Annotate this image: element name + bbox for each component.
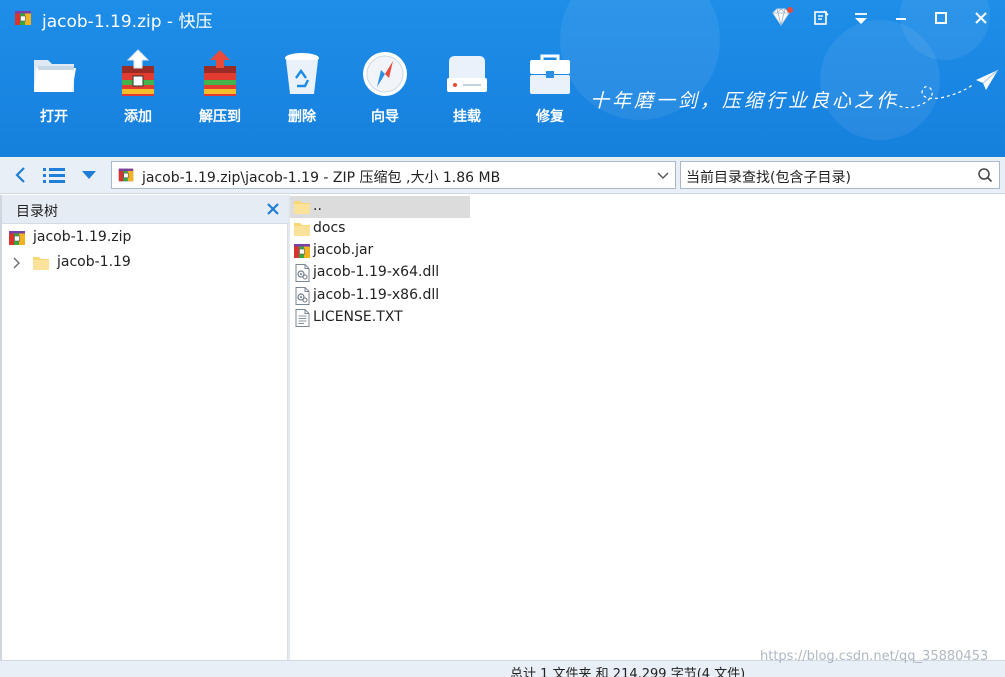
compass-icon xyxy=(363,52,407,96)
archive-add-icon xyxy=(122,49,154,96)
slogan-text: 十年磨一剑，压缩行业良心之作 xyxy=(590,90,899,112)
directory-tree-panel: 目录树 jacob-1.19.zip jacob-1.19 xyxy=(2,195,288,660)
dll-file-icon xyxy=(292,286,312,306)
app-logo-icon xyxy=(13,8,33,28)
search-placeholder: 当前目录查找(包含子目录) xyxy=(686,170,851,186)
file-name: jacob-1.19-x64.dll xyxy=(313,264,440,280)
list-item-file[interactable]: jacob-1.19-x64.dll xyxy=(290,262,470,284)
search-icon[interactable] xyxy=(977,167,993,183)
archive-extract-icon xyxy=(204,50,236,96)
toolbox-icon xyxy=(530,54,570,94)
delete-label: 删除 xyxy=(288,109,316,125)
list-item-file[interactable]: jacob-1.19-x86.dll xyxy=(290,285,470,307)
chevron-right-icon[interactable] xyxy=(11,257,21,269)
extract-button[interactable]: 解压到 xyxy=(186,48,254,128)
folder-icon xyxy=(292,219,312,239)
feedback-icon[interactable] xyxy=(808,6,834,30)
repair-label: 修复 xyxy=(536,109,564,125)
file-name: .. xyxy=(313,198,322,214)
view-dropdown-icon[interactable] xyxy=(78,163,100,187)
open-button[interactable]: 打开 xyxy=(20,48,88,128)
file-name: jacob.jar xyxy=(313,242,374,258)
list-view-icon[interactable] xyxy=(40,163,68,187)
extract-label: 解压到 xyxy=(199,109,241,125)
tree-item-label: jacob-1.19.zip xyxy=(33,229,132,245)
address-bar: jacob-1.19.zip\jacob-1.19 - ZIP 压缩包 ,大小 … xyxy=(0,157,1005,194)
list-item-folder[interactable]: docs xyxy=(290,218,470,240)
disk-drive-icon xyxy=(447,56,487,92)
status-summary: 总计 1 文件夹 和 214,299 字节(4 文件) xyxy=(510,667,746,677)
tree-item-archive[interactable]: jacob-1.19.zip xyxy=(2,226,288,250)
tree-header: 目录树 xyxy=(2,195,288,224)
file-name: jacob-1.19-x86.dll xyxy=(313,287,440,303)
search-input[interactable]: 当前目录查找(包含子目录) xyxy=(680,161,1000,189)
folder-open-icon xyxy=(34,60,76,92)
open-label: 打开 xyxy=(40,109,68,125)
add-label: 添加 xyxy=(124,109,152,125)
add-button[interactable]: 添加 xyxy=(104,48,172,128)
mount-button[interactable]: 挂载 xyxy=(433,48,501,128)
list-item-parent-folder[interactable]: .. xyxy=(290,196,470,218)
title-bar[interactable]: jacob-1.19.zip - 快压 xyxy=(0,0,1005,36)
zip-archive-icon xyxy=(117,166,135,184)
path-combobox[interactable]: jacob-1.19.zip\jacob-1.19 - ZIP 压缩包 ,大小 … xyxy=(111,161,676,189)
tree-title: 目录树 xyxy=(16,204,58,220)
close-icon[interactable] xyxy=(265,201,281,217)
zip-archive-icon xyxy=(7,228,27,248)
tree-item-label: jacob-1.19 xyxy=(57,254,131,270)
mount-label: 挂载 xyxy=(453,109,481,125)
app-header: jacob-1.19.zip - 快压 打开 添加 解压到 删除 向导 挂载 修… xyxy=(0,0,1005,157)
wizard-label: 向导 xyxy=(371,109,399,125)
vip-diamond-icon[interactable] xyxy=(768,6,794,30)
recycle-bin-icon xyxy=(285,53,319,94)
maximize-button[interactable] xyxy=(928,6,954,30)
window-title: jacob-1.19.zip - 快压 xyxy=(42,12,213,32)
tree-item-folder[interactable]: jacob-1.19 xyxy=(2,251,288,275)
list-item-file[interactable]: jacob.jar xyxy=(290,240,470,262)
menu-icon[interactable] xyxy=(848,6,874,30)
folder-icon xyxy=(292,197,312,217)
file-list: .. docs jacob.jar jacob-1.19-x64.dll jac… xyxy=(290,195,1005,660)
folder-icon xyxy=(31,253,51,273)
dll-file-icon xyxy=(292,263,312,283)
watermark-text: https://blog.csdn.net/qq_35880453 xyxy=(760,649,989,664)
paper-plane-icon xyxy=(893,69,999,109)
repair-button[interactable]: 修复 xyxy=(516,48,584,128)
text-file-icon xyxy=(292,308,312,328)
minimize-button[interactable] xyxy=(888,6,914,30)
path-text: jacob-1.19.zip\jacob-1.19 - ZIP 压缩包 ,大小 … xyxy=(142,170,501,186)
delete-button[interactable]: 删除 xyxy=(268,48,336,128)
file-name: LICENSE.TXT xyxy=(313,309,403,325)
file-name: docs xyxy=(313,220,346,236)
zip-archive-icon xyxy=(292,241,312,261)
chevron-down-icon[interactable] xyxy=(655,167,671,183)
wizard-button[interactable]: 向导 xyxy=(351,48,419,128)
close-button[interactable] xyxy=(968,6,994,30)
back-button[interactable] xyxy=(10,163,32,187)
list-item-file[interactable]: LICENSE.TXT xyxy=(290,307,470,329)
